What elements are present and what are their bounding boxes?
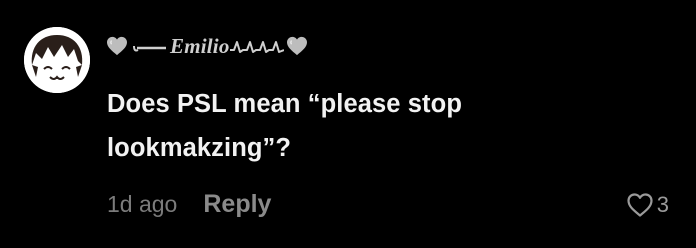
gray-heart-icon xyxy=(286,36,307,56)
heartbeat-line-icon xyxy=(229,41,284,53)
username-text: Emilio xyxy=(170,33,230,58)
decorative-line-icon xyxy=(133,45,166,52)
like-count: 3 xyxy=(656,192,669,217)
gray-heart-icon xyxy=(107,36,127,56)
comment-text-line-2: lookmakzing”? xyxy=(107,134,292,162)
reply-button[interactable]: Reply xyxy=(203,190,271,219)
comment-meta: 1d ago Reply xyxy=(107,186,271,222)
like-button[interactable]: 3 xyxy=(626,190,669,220)
comment-text: Does PSL mean “please stop lookmakzing”? xyxy=(107,82,667,170)
heart-outline-icon xyxy=(627,193,653,217)
avatar[interactable] xyxy=(24,27,90,93)
comment-item: Emilio Does PSL mean “please stop lookma… xyxy=(0,0,696,248)
timestamp: 1d ago xyxy=(107,190,178,217)
username[interactable]: Emilio xyxy=(106,33,308,59)
comment-text-line-1: Does PSL mean “please stop xyxy=(107,90,463,118)
